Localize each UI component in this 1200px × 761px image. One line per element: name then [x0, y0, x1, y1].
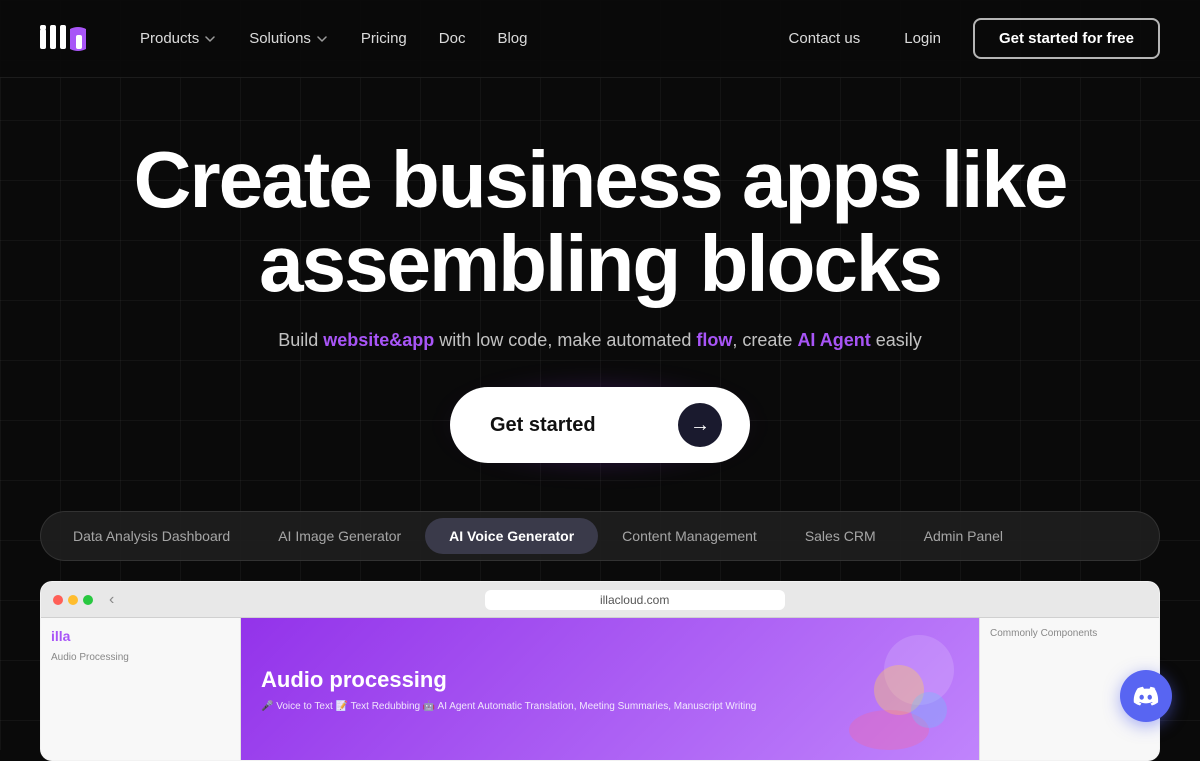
- app-deco-svg: [759, 630, 959, 760]
- browser-dots: [53, 595, 93, 605]
- hero-section: Create business apps like assembling blo…: [0, 78, 1200, 511]
- tab-data-analysis[interactable]: Data Analysis Dashboard: [49, 518, 254, 554]
- nav-links: Products Solutions Pricing Doc Blog: [128, 22, 540, 55]
- hero-subtitle: Build website&app with low code, make au…: [278, 330, 922, 351]
- app-main-title: Audio processing: [261, 667, 756, 693]
- nav-item-doc[interactable]: Doc: [427, 22, 478, 55]
- subtitle-before: Build: [278, 330, 323, 350]
- nav-item-products[interactable]: Products: [128, 22, 229, 55]
- dot-red: [53, 595, 63, 605]
- tab-admin-panel[interactable]: Admin Panel: [900, 518, 1027, 554]
- login-button[interactable]: Login: [888, 22, 957, 55]
- app-sidebar-logo: illa: [51, 628, 230, 644]
- cta-button[interactable]: Get started →: [450, 387, 750, 463]
- logo-svg: [40, 23, 92, 55]
- nav-item-pricing[interactable]: Pricing: [349, 22, 419, 55]
- tab-content-management[interactable]: Content Management: [598, 518, 781, 554]
- products-chevron-icon: [203, 32, 217, 46]
- nav-item-solutions[interactable]: Solutions: [237, 22, 341, 55]
- dot-yellow: [68, 595, 78, 605]
- nav-left: Products Solutions Pricing Doc Blog: [40, 22, 540, 55]
- logo[interactable]: [40, 23, 92, 55]
- app-preview: ‹ illacloud.com illa Audio Processing Au…: [40, 581, 1160, 761]
- app-right-panel-label: Commonly Components: [990, 628, 1149, 639]
- subtitle-flow: flow: [696, 330, 732, 350]
- navbar: Products Solutions Pricing Doc Blog Cont…: [0, 0, 1200, 78]
- app-main-content: Audio processing 🎤 Voice to Text 📝 Text …: [261, 667, 756, 712]
- app-content: illa Audio Processing Audio processing 🎤…: [41, 618, 1159, 760]
- discord-icon: [1132, 682, 1160, 710]
- nav-right: Contact us Login Get started for free: [777, 18, 1160, 59]
- solutions-label: Solutions: [249, 30, 311, 47]
- dot-green: [83, 595, 93, 605]
- blog-label: Blog: [497, 30, 527, 47]
- tab-sales-crm[interactable]: Sales CRM: [781, 518, 900, 554]
- subtitle-ai: AI Agent: [797, 330, 870, 350]
- browser-back-icon: ‹: [109, 591, 114, 609]
- browser-url: illacloud.com: [485, 590, 785, 610]
- discord-button[interactable]: [1120, 670, 1172, 722]
- app-main-subtitle: 🎤 Voice to Text 📝 Text Redubbing 🤖 AI Ag…: [261, 701, 756, 712]
- cta-button-wrap: Get started →: [450, 387, 750, 463]
- contact-link[interactable]: Contact us: [777, 22, 873, 55]
- cta-arrow-icon: →: [678, 403, 722, 447]
- cta-label: Get started: [490, 414, 596, 437]
- subtitle-middle: with low code, make automated: [434, 330, 696, 350]
- nav-item-blog[interactable]: Blog: [485, 22, 539, 55]
- products-label: Products: [140, 30, 199, 47]
- tab-ai-voice[interactable]: AI Voice Generator: [425, 518, 598, 554]
- hero-title-line1: Create business apps like: [134, 135, 1067, 224]
- pricing-label: Pricing: [361, 30, 407, 47]
- solutions-chevron-icon: [315, 32, 329, 46]
- subtitle-after: , create: [732, 330, 797, 350]
- hero-title: Create business apps like assembling blo…: [134, 138, 1067, 306]
- tabs-bar: Data Analysis Dashboard AI Image Generat…: [40, 511, 1160, 561]
- doc-label: Doc: [439, 30, 466, 47]
- app-sidebar-page: Audio Processing: [51, 652, 230, 663]
- get-started-nav-button[interactable]: Get started for free: [973, 18, 1160, 59]
- browser-bar: ‹ illacloud.com: [41, 582, 1159, 618]
- tab-ai-image[interactable]: AI Image Generator: [254, 518, 425, 554]
- app-sidebar: illa Audio Processing: [41, 618, 241, 760]
- subtitle-end: easily: [871, 330, 922, 350]
- app-main: Audio processing 🎤 Voice to Text 📝 Text …: [241, 618, 979, 760]
- subtitle-website-app: website&app: [323, 330, 434, 350]
- hero-title-line2: assembling blocks: [259, 219, 941, 308]
